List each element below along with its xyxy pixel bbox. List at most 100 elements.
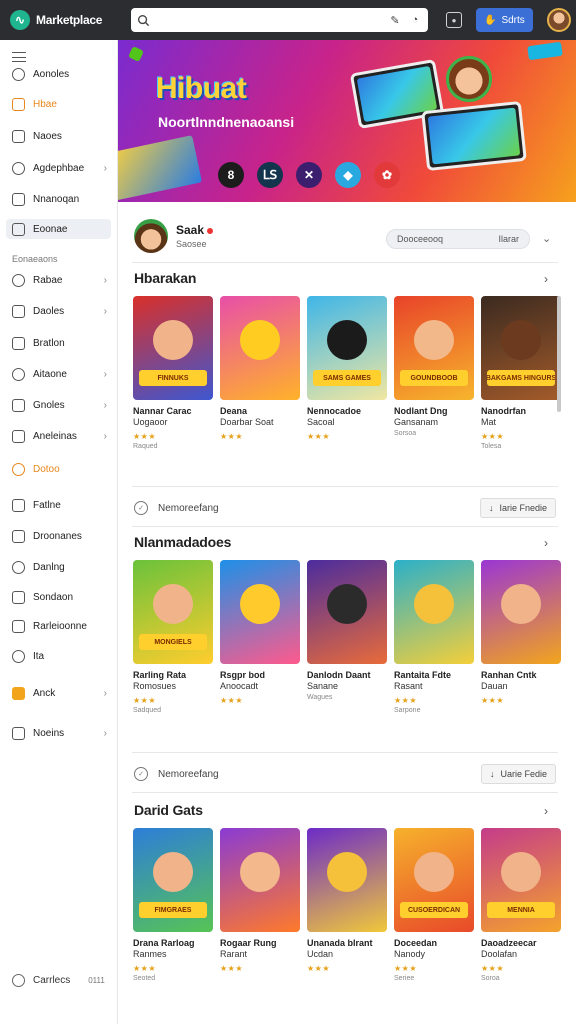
sidebar-item[interactable]: Noeins ›	[6, 723, 111, 743]
game-card[interactable]: MONGIELS Rarling Rata Romosues ★★★ Sadqued	[133, 560, 213, 714]
character-illustration	[501, 851, 541, 892]
game-logo-text: CUSOERDICAN	[400, 902, 468, 918]
profile-select[interactable]: Dooceeooq Ilarar	[386, 229, 530, 249]
top-action-button[interactable]: ✋ Sdrts	[476, 8, 533, 32]
feature-button-label: Uarie Fedie	[500, 769, 547, 779]
sidebar-item[interactable]: Agdephbae ›	[6, 158, 111, 178]
sidebar-item[interactable]: Eoonae	[6, 219, 111, 239]
hero-app-icon[interactable]: 8	[218, 162, 244, 188]
sidebar-item-label: Daoles	[33, 305, 65, 317]
chat-icon[interactable]: ◔	[408, 13, 422, 27]
hero-app-icon[interactable]: ᒪꓢ	[257, 162, 283, 188]
section-chevron-right-icon[interactable]: ›	[544, 804, 548, 818]
sidebar-item[interactable]: Nnanoqan	[6, 189, 111, 209]
brand[interactable]: ∿ Marketplace	[0, 0, 118, 40]
section-chevron-right-icon[interactable]: ›	[544, 272, 548, 286]
sidebar-item[interactable]: Sondaon	[6, 587, 111, 607]
sidebar-item[interactable]: Naoes	[6, 126, 111, 146]
game-thumbnail[interactable]	[220, 560, 300, 664]
search-bar[interactable]: ✎ ◔	[131, 8, 428, 32]
game-thumbnail[interactable]	[220, 296, 300, 400]
sidebar-item[interactable]: Daoles ›	[6, 301, 111, 321]
game-card[interactable]: GOUNDBOOB Nodlant Dng Gansanam Sorsoa	[394, 296, 474, 450]
character-illustration	[446, 56, 492, 102]
cloud-icon	[12, 129, 25, 143]
sidebar-item[interactable]: Droonanes	[6, 526, 111, 546]
sidebar-footer[interactable]: Carrlecs 0111	[12, 974, 105, 987]
sidebar-item[interactable]: Rarleioonne	[6, 616, 111, 636]
game-developer: Gansanam	[394, 417, 439, 427]
feature-button[interactable]: ↓ Iarie Fnedie	[479, 498, 556, 518]
verified-icon	[207, 227, 214, 234]
game-card[interactable]: MENNIA Daoadzeecar Doolafan ★★★ Soroa	[481, 828, 561, 982]
game-card[interactable]: CUSOERDICAN Doceedan Nanody ★★★ Seriee	[394, 828, 474, 982]
scrollbar[interactable]	[557, 296, 561, 412]
game-thumbnail[interactable]: BAKGAMS HINGURS	[481, 296, 561, 400]
game-thumbnail[interactable]: GOUNDBOOB	[394, 296, 474, 400]
sidebar-item[interactable]: Anck ›	[6, 683, 111, 703]
feature-button[interactable]: ↓ Uarie Fedie	[480, 764, 556, 784]
rating-stars: ★★★	[481, 432, 505, 441]
pen-icon[interactable]: ✎	[388, 13, 402, 27]
game-card[interactable]: Deana Doarbar Soat ★★★	[220, 296, 300, 450]
menu-icon[interactable]	[12, 52, 26, 62]
sidebar-item[interactable]: Aitaone ›	[6, 364, 111, 384]
game-thumbnail[interactable]	[307, 560, 387, 664]
game-meta: Sadqued	[133, 707, 162, 714]
game-card[interactable]: BAKGAMS HINGURS Nanodrfan Mat ★★★ Tolesa	[481, 296, 561, 450]
sidebar-item[interactable]: Rabae ›	[6, 270, 111, 290]
sidebar-item[interactable]: Aonoles	[6, 64, 111, 84]
game-thumbnail[interactable]	[394, 560, 474, 664]
grid-icon	[12, 304, 25, 318]
game-thumbnail[interactable]: CUSOERDICAN	[394, 828, 474, 932]
developer-name[interactable]: Saak	[176, 223, 214, 237]
developer-avatar[interactable]	[134, 219, 168, 253]
sidebar-item[interactable]: Fatlne	[6, 495, 111, 515]
game-card[interactable]: FINNUKS Nannar Carac Uogaoor ★★★ Raqued	[133, 296, 213, 450]
sidebar-item[interactable]: Bratlon	[6, 333, 111, 353]
sidebar-item[interactable]: Gnoles ›	[6, 395, 111, 415]
globe-icon	[12, 974, 25, 987]
game-thumbnail[interactable]	[220, 828, 300, 932]
section-chevron-right-icon[interactable]: ›	[544, 536, 548, 550]
game-card[interactable]: Rsgpr bod Anoocadt ★★★	[220, 560, 300, 714]
rating-stars: ★★★	[481, 964, 505, 973]
hero-app-icon[interactable]: ◆	[335, 162, 361, 188]
sidebar-item-label: Sondaon	[33, 591, 74, 603]
user-avatar[interactable]	[546, 8, 571, 32]
hero-banner[interactable]: Hibuat Noortlnndnenaoansi 8 ᒪꓢ ✕ ◆ ✿	[118, 40, 576, 202]
chevron-down-icon[interactable]: ⌄	[542, 232, 551, 245]
search-input[interactable]	[156, 14, 382, 26]
sidebar-item[interactable]: Hbae	[6, 94, 111, 114]
game-thumbnail[interactable]: FINNUKS	[133, 296, 213, 400]
game-thumbnail[interactable]: FIMGRAES	[133, 828, 213, 932]
sidebar-item[interactable]: Danlng	[6, 557, 111, 577]
game-thumbnail[interactable]: MENNIA	[481, 828, 561, 932]
box-icon	[12, 367, 25, 381]
game-thumbnail[interactable]: MONGIELS	[133, 560, 213, 664]
game-card[interactable]: Ranhan Cntk Dauan ★★★	[481, 560, 561, 714]
game-thumbnail[interactable]	[307, 828, 387, 932]
game-developer: Sanane	[307, 681, 339, 691]
game-thumbnail[interactable]: SAMS GAMES	[307, 296, 387, 400]
game-card[interactable]: Rogaar Rung Rarant ★★★	[220, 828, 300, 982]
game-thumbnail[interactable]	[481, 560, 561, 664]
hero-app-icon[interactable]: ✿	[374, 162, 400, 188]
top-action-label: Sdrts	[501, 14, 525, 26]
sidebar-item[interactable]: Aneleinas ›	[6, 426, 111, 446]
game-card[interactable]: FIMGRAES Drana Rarloag Ranmes ★★★ Seoted	[133, 828, 213, 982]
developer-profile: Saak Saosee Dooceeooq Ilarar ⌄	[118, 210, 576, 264]
game-card[interactable]: SAMS GAMES Nennocadoe Sacoal ★★★	[307, 296, 387, 450]
game-card[interactable]: Danlodn Daant Sanane Wagues	[307, 560, 387, 714]
notification-icon[interactable]: ●	[446, 12, 462, 28]
download-icon: ↓	[488, 503, 494, 513]
hero-app-icon[interactable]: ✕	[296, 162, 322, 188]
game-card[interactable]: Rantaita Fdte Rasant ★★★ Sarpone	[394, 560, 474, 714]
character-illustration	[240, 583, 280, 624]
rating-stars: ★★★	[133, 964, 157, 973]
game-logo-text: MONGIELS	[139, 634, 207, 650]
sidebar-item-label: Noeins	[33, 727, 65, 739]
sidebar-item[interactable]: Ita	[6, 646, 111, 666]
sidebar-item[interactable]: Dotoo	[6, 459, 111, 479]
game-card[interactable]: Unanada blrant Ucdan ★★★	[307, 828, 387, 982]
